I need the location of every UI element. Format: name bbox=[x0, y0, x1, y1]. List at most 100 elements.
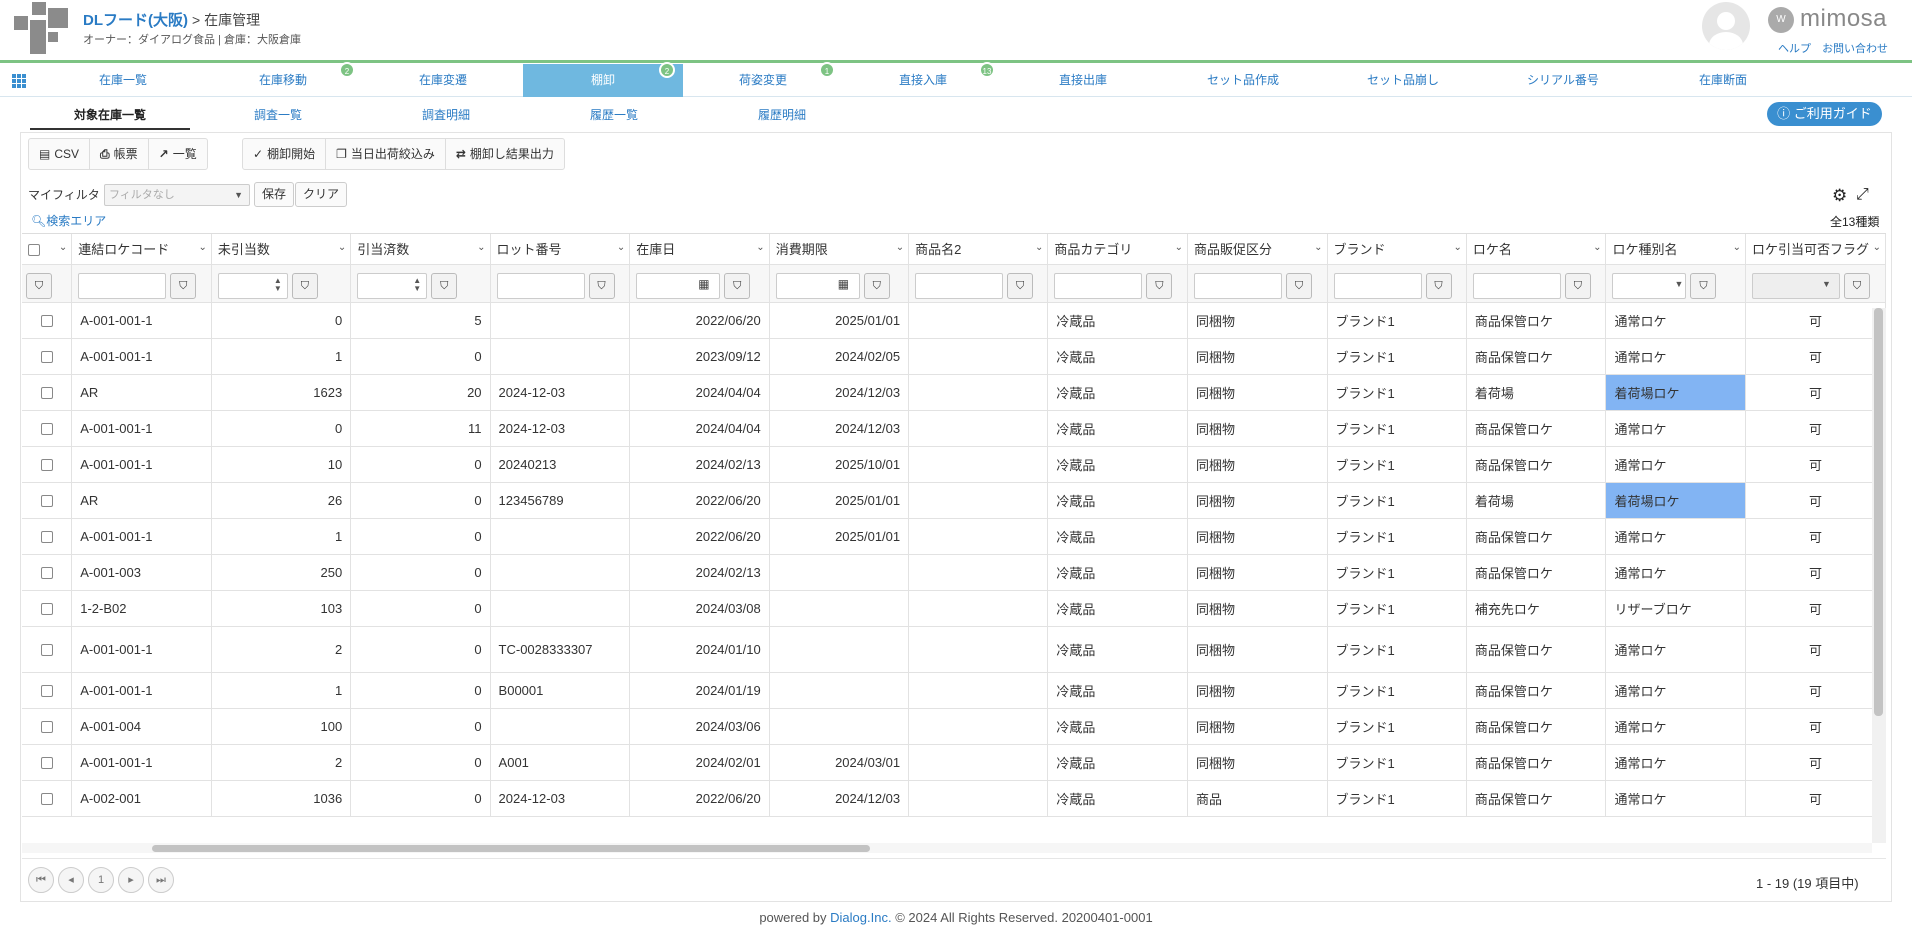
table-row[interactable]: A-001-001-1 1 0 B00001 2024/01/19 冷蔵品 同梱物 ブランド1… bbox=[22, 672, 1886, 709]
row-checkbox[interactable] bbox=[40, 685, 53, 698]
row-checkbox[interactable] bbox=[40, 387, 53, 400]
filter-icon[interactable]: ⛉ bbox=[1844, 272, 1871, 299]
row-checkbox[interactable] bbox=[40, 459, 53, 472]
column-header[interactable]: 連結ロケコード ⌄ bbox=[71, 234, 212, 265]
row-select-cell[interactable] bbox=[22, 446, 73, 483]
chevron-down-icon[interactable]: ▼ bbox=[1822, 279, 1831, 289]
csv-button[interactable]: ▤ CSV bbox=[29, 139, 91, 169]
table-row[interactable]: AR 1623 20 2024-12-03 2024/04/04 2024/12/03 冷蔵… bbox=[22, 374, 1886, 411]
row-select-cell[interactable] bbox=[22, 374, 73, 411]
row-select-cell[interactable] bbox=[22, 302, 73, 339]
my-filter-select[interactable]: フィルタなし ▼ bbox=[104, 184, 250, 206]
chevron-down-icon[interactable]: ⌄ bbox=[1035, 242, 1043, 253]
table-row[interactable]: A-001-001-1 0 11 2024-12-03 2024/04/04 2024/1… bbox=[22, 410, 1886, 447]
search-area-toggle[interactable]: 🔍︎検索エリア bbox=[31, 212, 106, 229]
row-select-cell[interactable] bbox=[22, 708, 73, 745]
vertical-scroll-thumb[interactable] bbox=[1874, 308, 1883, 716]
table-row[interactable]: AR 26 0 123456789 2022/06/20 2025/01/01 冷蔵品 同梱物… bbox=[22, 482, 1886, 519]
column-header[interactable]: 消費期限 ⌄ bbox=[769, 234, 910, 265]
row-select-cell[interactable] bbox=[22, 518, 73, 555]
row-select-cell[interactable] bbox=[22, 338, 73, 375]
row-select-cell[interactable] bbox=[22, 672, 73, 709]
column-header[interactable]: 在庫日 ⌄ bbox=[629, 234, 770, 265]
table-row[interactable]: A-001-001-1 2 0 TC-0028333307 2024/01/10 冷蔵品同… bbox=[22, 626, 1886, 673]
usage-guide-button[interactable]: ⓘ ご利用ガイド bbox=[1767, 102, 1882, 126]
chevron-down-icon[interactable]: ⌄ bbox=[1733, 242, 1741, 253]
first-page-button[interactable]: ⏮ bbox=[28, 867, 54, 893]
column-header[interactable]: ロット番号 ⌄ bbox=[490, 234, 631, 265]
nav-stock-history[interactable]: 在庫変遷 bbox=[363, 64, 523, 97]
filter-icon[interactable]: ⛉ bbox=[724, 272, 751, 299]
row-checkbox[interactable] bbox=[40, 793, 53, 806]
filter-icon[interactable]: ⛉ bbox=[1564, 272, 1591, 299]
filter-clear-button[interactable]: クリア bbox=[295, 182, 348, 207]
nav-stock-list[interactable]: 在庫一覧 bbox=[43, 64, 203, 97]
nav-set-create[interactable]: セット品作成 bbox=[1163, 64, 1323, 97]
tab-target-stock[interactable]: 対象在庫一覧 bbox=[30, 104, 190, 130]
select-all-header[interactable]: ⌄ bbox=[22, 234, 73, 265]
filter-icon[interactable]: ⛉ bbox=[170, 272, 197, 299]
column-header[interactable]: ブランド ⌄ bbox=[1327, 234, 1467, 265]
filter-icon[interactable]: ⛉ bbox=[863, 272, 890, 299]
chevron-down-icon[interactable]: ⌄ bbox=[338, 242, 346, 253]
expand-icon[interactable]: ⤢ bbox=[1856, 186, 1869, 204]
gear-icon[interactable]: ⚙ bbox=[1832, 186, 1847, 206]
chevron-down-icon[interactable]: ⌄ bbox=[756, 242, 764, 253]
next-page-button[interactable]: ▸ bbox=[118, 867, 144, 893]
row-select-cell[interactable] bbox=[22, 410, 73, 447]
filter-icon[interactable]: ⛉ bbox=[588, 272, 615, 299]
row-checkbox[interactable] bbox=[40, 351, 53, 364]
column-filter-input[interactable] bbox=[915, 272, 1004, 299]
row-checkbox[interactable] bbox=[40, 315, 53, 328]
user-avatar-icon[interactable] bbox=[1702, 2, 1750, 50]
calendar-icon[interactable]: ▦ bbox=[838, 277, 849, 291]
nav-set-break[interactable]: セット品崩し bbox=[1323, 64, 1483, 97]
table-row[interactable]: A-002-001 1036 0 2024-12-03 2022/06/20 2024/1… bbox=[22, 780, 1886, 817]
tab-history-list[interactable]: 履歴一覧 bbox=[534, 104, 694, 130]
column-header[interactable]: 商品販促区分 ⌄ bbox=[1187, 234, 1328, 265]
row-checkbox[interactable] bbox=[40, 567, 53, 580]
row-select-cell[interactable] bbox=[22, 482, 73, 519]
column-filter-input[interactable] bbox=[1472, 272, 1561, 299]
tab-survey-detail[interactable]: 調査明細 bbox=[366, 104, 526, 130]
column-filter-input[interactable] bbox=[1333, 272, 1422, 299]
spinner-icon[interactable]: ▲ ▼ bbox=[413, 276, 421, 293]
filter-save-button[interactable]: 保存 bbox=[254, 182, 295, 207]
calendar-icon[interactable]: ▦ bbox=[698, 277, 709, 291]
horizontal-scroll-thumb[interactable] bbox=[152, 845, 870, 852]
nav-direct-shipment[interactable]: 直接出庫 bbox=[1003, 64, 1163, 97]
row-checkbox[interactable] bbox=[40, 423, 53, 436]
column-header[interactable]: ロケ種別名 ⌄ bbox=[1605, 234, 1747, 265]
row-select-cell[interactable] bbox=[22, 626, 73, 673]
row-checkbox[interactable] bbox=[40, 603, 53, 616]
tab-survey-list[interactable]: 調査一覧 bbox=[198, 104, 358, 130]
chevron-down-icon[interactable]: ⌄ bbox=[617, 242, 625, 253]
chevron-down-icon[interactable]: ⌄ bbox=[1314, 242, 1322, 253]
chevron-down-icon[interactable]: ⌄ bbox=[1593, 242, 1601, 253]
row-select-cell[interactable] bbox=[22, 744, 73, 781]
nav-stock-snapshot[interactable]: 在庫断面 bbox=[1643, 64, 1803, 97]
row-select-cell[interactable] bbox=[22, 554, 73, 591]
spinner-icon[interactable]: ▲ ▼ bbox=[274, 276, 282, 293]
table-row[interactable]: A-001-004 100 0 2024/03/06 冷蔵品 同梱物 ブランド1 商品保管ロケ… bbox=[22, 708, 1886, 745]
start-count-button[interactable]: ✓ 棚卸開始 bbox=[243, 139, 327, 169]
list-button[interactable]: ↗ 一覧 bbox=[149, 139, 207, 169]
table-row[interactable]: A-001-001-1 0 5 2022/06/20 2025/01/01 冷蔵品 同梱物ブ… bbox=[22, 302, 1886, 339]
column-filter-input[interactable] bbox=[78, 272, 167, 299]
filter-icon[interactable]: ⛉ bbox=[1007, 272, 1034, 299]
footer-company-link[interactable]: Dialog.Inc. bbox=[830, 910, 891, 925]
column-header[interactable]: 引当済数 ⌄ bbox=[350, 234, 491, 265]
prev-page-button[interactable]: ◂ bbox=[58, 867, 84, 893]
report-button[interactable]: ⎙ 帳票 bbox=[90, 139, 149, 169]
column-filter-input[interactable] bbox=[1193, 272, 1282, 299]
chevron-down-icon[interactable]: ⌄ bbox=[1873, 242, 1881, 253]
current-page[interactable]: 1 bbox=[88, 867, 114, 893]
company-name[interactable]: DLフード(大阪) bbox=[83, 9, 188, 30]
last-page-button[interactable]: ⏭ bbox=[148, 867, 174, 893]
row-checkbox[interactable] bbox=[40, 531, 53, 544]
tab-history-detail[interactable]: 履歴明細 bbox=[702, 104, 862, 130]
row-checkbox[interactable] bbox=[40, 721, 53, 734]
row-select-cell[interactable] bbox=[22, 590, 73, 627]
filter-icon[interactable]: ⛉ bbox=[431, 272, 458, 299]
chevron-down-icon[interactable]: ⌄ bbox=[1175, 242, 1183, 253]
